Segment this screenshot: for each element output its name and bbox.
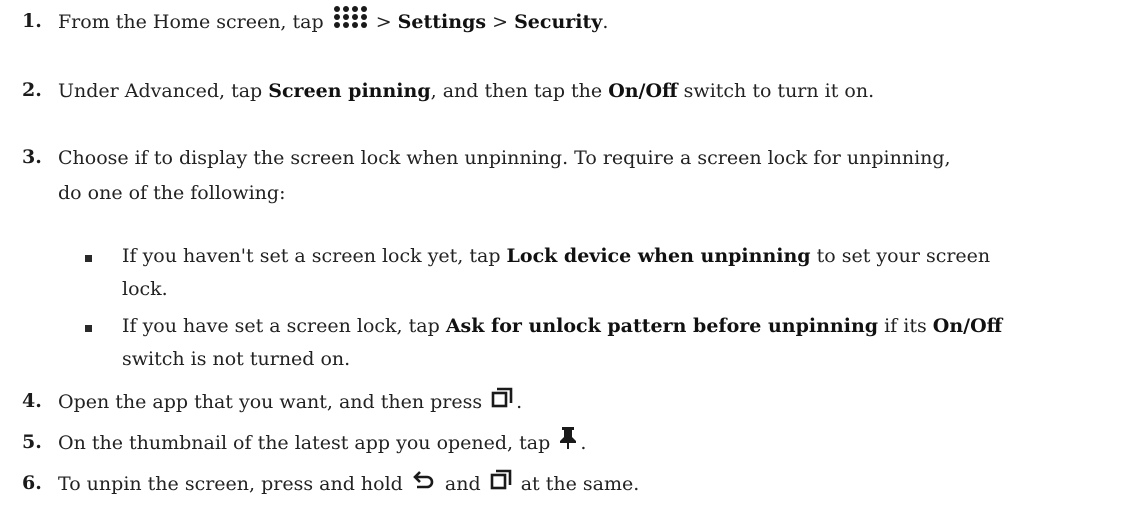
recent-apps-icon bbox=[490, 468, 512, 503]
bullet-marker bbox=[85, 255, 92, 262]
recent-apps-icon bbox=[491, 386, 513, 421]
step-text: Open the app that you want, and then pre… bbox=[58, 385, 1098, 421]
pin-icon bbox=[559, 426, 577, 462]
step-number: 2. bbox=[22, 79, 42, 101]
sub-item-text: If you have set a screen lock, tap Ask f… bbox=[122, 315, 1003, 370]
sub-item-text: If you haven't set a screen lock yet, ta… bbox=[122, 245, 991, 300]
step-text: Choose if to display the screen lock whe… bbox=[58, 147, 951, 204]
on-off-label: On/Off bbox=[608, 80, 678, 102]
step-number: 3. bbox=[22, 146, 42, 168]
lock-device-label: Lock device when unpinning bbox=[506, 245, 811, 267]
apps-grid-icon bbox=[333, 5, 367, 41]
bullet-marker bbox=[85, 325, 92, 332]
step-number: 6. bbox=[22, 472, 42, 494]
step-text: On the thumbnail of the latest app you o… bbox=[58, 426, 1098, 462]
step-text: Under Advanced, tap Screen pinning, and … bbox=[58, 80, 875, 102]
screen-pinning-label: Screen pinning bbox=[268, 80, 431, 102]
step-number: 1. bbox=[22, 10, 42, 32]
step-number: 4. bbox=[22, 390, 42, 412]
on-off-label: On/Off bbox=[932, 315, 1003, 337]
step-text: From the Home screen, tap > Settings > S… bbox=[58, 5, 1098, 41]
step-text: To unpin the screen, press and hold and … bbox=[58, 467, 1098, 503]
step-number: 5. bbox=[22, 431, 42, 453]
back-icon bbox=[412, 468, 436, 503]
settings-label: Settings bbox=[397, 11, 487, 33]
ask-unlock-label: Ask for unlock pattern before unpinning bbox=[445, 315, 879, 337]
security-label: Security bbox=[514, 11, 603, 33]
